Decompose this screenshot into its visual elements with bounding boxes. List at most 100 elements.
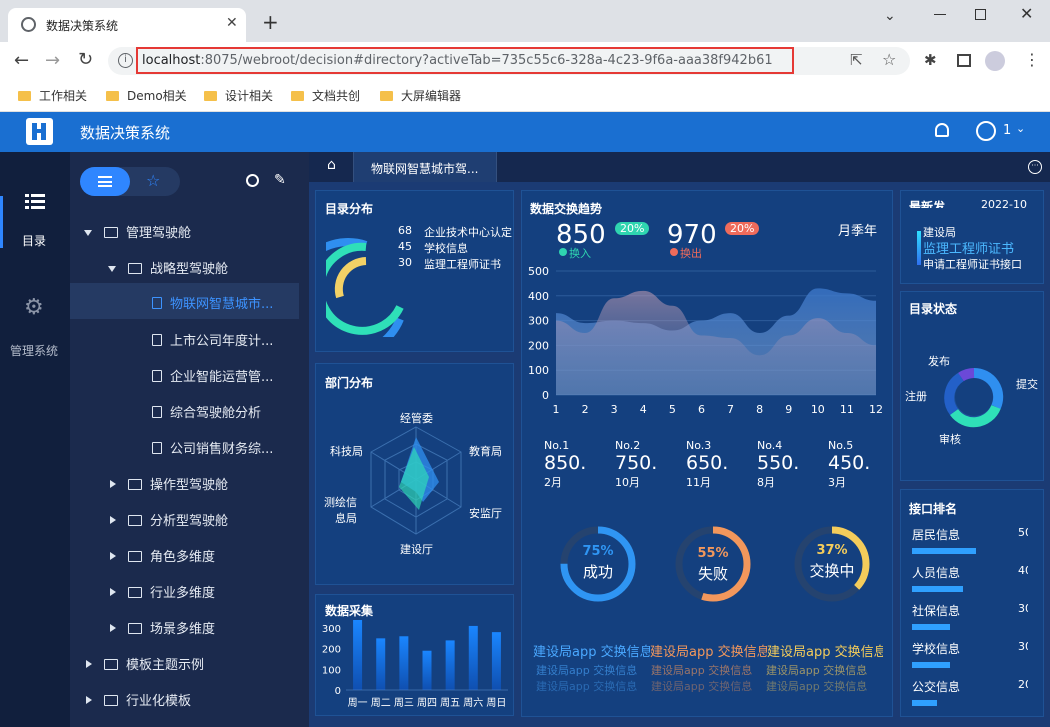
user-label[interactable]: 1 — [1003, 123, 1011, 138]
search-icon[interactable] — [246, 174, 259, 187]
tree-node[interactable]: 行业化模板 — [86, 690, 191, 709]
tree-node[interactable]: 综合驾驶舱分析 — [152, 402, 261, 421]
tree-node[interactable]: 角色多维度 — [110, 546, 215, 565]
x-tick-label: 6 — [698, 403, 705, 416]
menu-icon[interactable]: ⋮ — [1024, 50, 1040, 69]
catalog-value: 30 — [398, 256, 412, 269]
maximize-icon[interactable] — [975, 9, 986, 20]
bookmark-item[interactable]: 文档共创 — [291, 86, 360, 106]
y-tick-label: 200 — [322, 645, 341, 656]
star-icon[interactable]: ☆ — [882, 50, 896, 69]
nav-manage[interactable]: ⚙ 管理系统 — [0, 295, 70, 358]
latest-date: 2022-10 — [981, 198, 1027, 208]
x-tick-label: 4 — [640, 403, 647, 416]
iface-label: 社保信息 — [912, 604, 961, 618]
bar — [468, 625, 478, 690]
panel-title: 目录分布 — [325, 202, 374, 216]
profile-icon[interactable] — [985, 51, 1005, 71]
back-icon[interactable]: ← — [14, 50, 29, 71]
gauge-label: 成功 — [582, 563, 613, 581]
reload-icon[interactable]: ↻ — [78, 49, 93, 70]
share-icon[interactable]: ⇱ — [850, 51, 863, 69]
bar — [353, 620, 363, 690]
more-icon[interactable]: ··· — [1028, 160, 1042, 174]
list-icon — [25, 194, 45, 210]
tree-node[interactable]: 操作型驾驶舱 — [110, 474, 228, 493]
iface-bar — [912, 624, 950, 630]
rank-item: No.3 650. 11月 — [686, 439, 729, 489]
tab-active[interactable]: 物联网智慧城市驾... — [353, 152, 497, 182]
status-panel: 目录状态 发布 提交 注册 审核 — [900, 291, 1044, 481]
caret-right-icon — [110, 516, 116, 524]
folder-icon — [18, 91, 31, 101]
chevron-down-icon[interactable]: ⌄ — [1016, 122, 1025, 135]
nav-directory[interactable]: 目录 — [0, 190, 70, 250]
status-label: 审核 — [939, 433, 961, 446]
file-icon — [152, 297, 162, 309]
list-view-button[interactable] — [80, 167, 130, 196]
list-icon — [98, 176, 112, 187]
exchange-area-chart: 01002003004005001 2 3 4 5 6 7 8 9 10 11 12 — [528, 265, 883, 416]
home-icon[interactable]: ⌂ — [327, 158, 341, 172]
browser-tab[interactable]: 数据决策系统 ✕ — [8, 8, 246, 42]
minimize-icon[interactable] — [934, 14, 946, 15]
tree-node-active[interactable]: 物联网智慧城市... — [152, 293, 273, 312]
close-icon[interactable]: ✕ — [226, 15, 238, 31]
iface-label: 居民信息 — [912, 528, 961, 542]
exchange-out-dot — [670, 248, 678, 256]
gauge-label: 失败 — [697, 565, 728, 583]
close-window-icon[interactable]: ✕ — [1020, 4, 1033, 23]
bookmark-item[interactable]: Demo相关 — [106, 86, 187, 106]
folder-icon — [128, 623, 142, 634]
bar — [422, 650, 432, 690]
x-tick-label: 10 — [811, 403, 825, 416]
bookmark-item[interactable]: 工作相关 — [18, 86, 87, 106]
extensions-icon[interactable]: ✱ — [924, 51, 937, 69]
bar — [376, 638, 386, 690]
caret-right-icon — [110, 552, 116, 560]
bell-icon[interactable] — [935, 123, 949, 137]
forward-icon[interactable]: → — [45, 50, 60, 71]
x-tick-label: 周二 — [371, 697, 391, 709]
tree-node[interactable]: 场景多维度 — [110, 618, 215, 637]
sidepanel-icon[interactable] — [957, 54, 971, 67]
iface-value: 40 — [1018, 564, 1028, 577]
iface-label: 人员信息 — [912, 566, 961, 580]
nav-directory-label: 目录 — [22, 234, 47, 248]
tree-node[interactable]: 公司销售财务综... — [152, 438, 273, 457]
user-avatar-icon[interactable] — [976, 121, 996, 141]
tree-node[interactable]: 上市公司年度计... — [152, 330, 273, 349]
catalog-label: 学校信息 — [424, 242, 468, 255]
tree-node[interactable]: 管理驾驶舱 — [84, 222, 191, 241]
caret-right-icon — [86, 696, 92, 704]
pin-icon[interactable]: ✎ — [274, 172, 286, 188]
tree-node[interactable]: 行业多维度 — [110, 582, 215, 601]
new-tab-icon[interactable]: + — [262, 12, 279, 32]
chevron-down-icon[interactable]: ⌄ — [884, 8, 896, 24]
rank-item: No.2 750. 10月 — [615, 439, 658, 489]
radar-label: 测绘信 — [324, 496, 357, 509]
nav-manage-label: 管理系统 — [10, 344, 59, 358]
iface-value: 30 — [1018, 640, 1028, 653]
tree-node[interactable]: 战略型驾驶舱 — [108, 258, 228, 277]
tree-node[interactable]: 企业智能运营管... — [152, 366, 273, 385]
period-switch[interactable]: 月季年 — [838, 220, 877, 239]
iface-bar — [912, 586, 963, 592]
status-donut-chart — [944, 367, 1004, 428]
folder-icon — [104, 695, 118, 706]
app-logo-icon — [26, 118, 53, 145]
panel-title: 最新发 — [909, 200, 946, 208]
tree-node[interactable]: 分析型驾驶舱 — [110, 510, 228, 529]
caret-down-icon — [84, 230, 92, 236]
favorite-star-icon[interactable]: ☆ — [146, 171, 160, 190]
gear-icon: ⚙ — [24, 295, 44, 320]
bookmark-item[interactable]: 设计相关 — [204, 86, 273, 106]
iface-bar — [912, 662, 950, 668]
tree-node[interactable]: 模板主题示例 — [86, 654, 204, 673]
caret-down-icon — [108, 266, 116, 272]
latest-panel: 最新发 2022-10 建设局 监理工程师证书 申请工程师证书接口 — [900, 190, 1044, 284]
bookmark-item[interactable]: 大屏编辑器 — [380, 86, 461, 106]
folder-icon — [128, 479, 142, 490]
iface-value: 30 — [1018, 602, 1028, 615]
panel-title: 目录状态 — [909, 302, 958, 316]
